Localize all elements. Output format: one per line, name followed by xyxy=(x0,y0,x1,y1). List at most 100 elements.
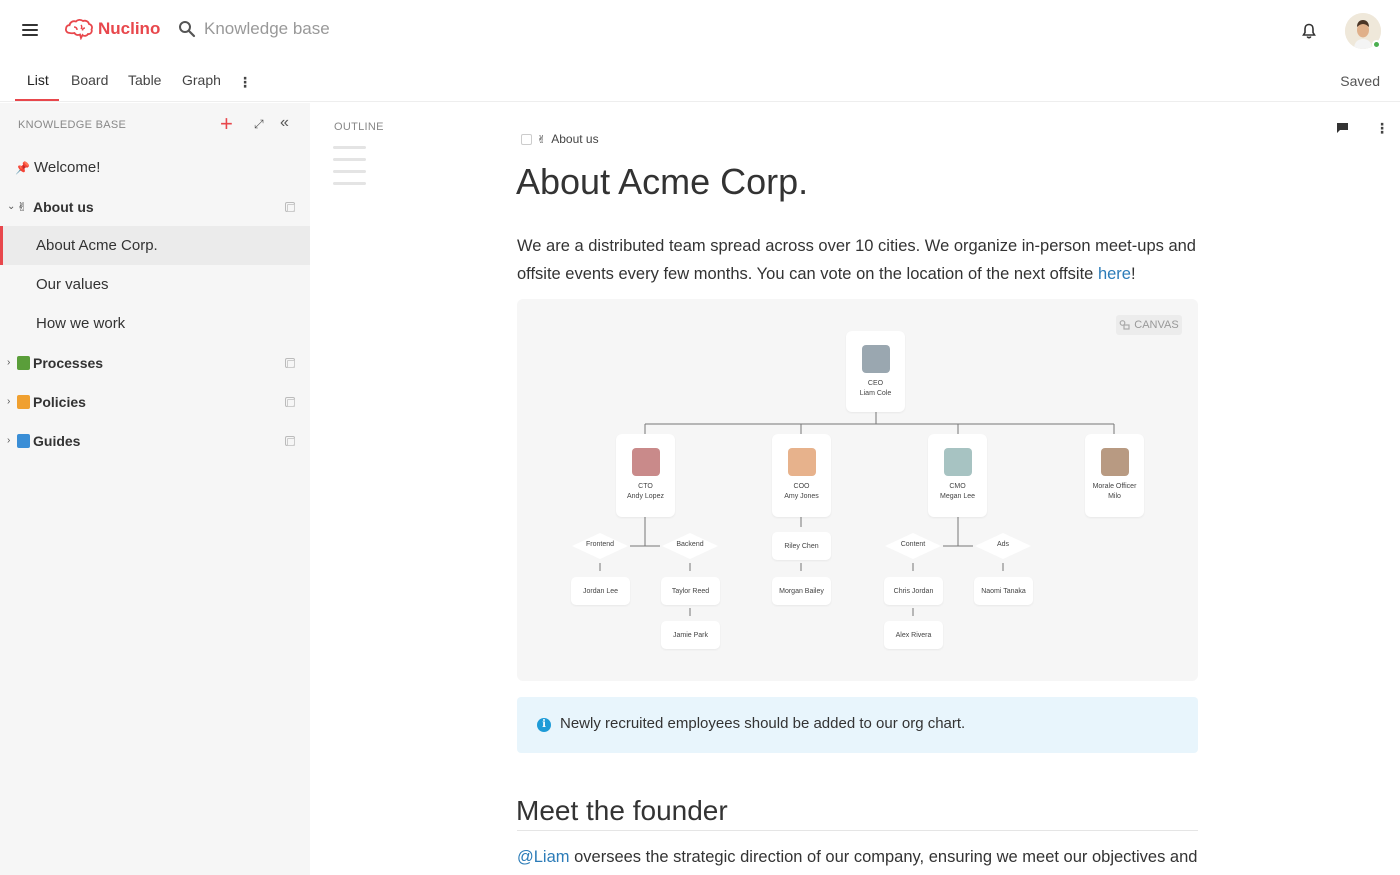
search-bar[interactable] xyxy=(178,19,504,39)
brain-logo-icon xyxy=(64,18,94,40)
org-node-cto[interactable]: CTO Andy Lopez xyxy=(616,434,675,517)
breadcrumb[interactable]: ✌ About us xyxy=(521,132,599,146)
org-node-ceo[interactable]: CEO Liam Cole xyxy=(846,331,905,412)
active-tab-indicator xyxy=(15,99,59,101)
org-name: Amy Jones xyxy=(772,492,831,502)
sidebar-item-label: Welcome! xyxy=(34,159,100,176)
view-tabs: List Board Table Graph ⋮ Saved xyxy=(0,62,1400,102)
org-person-alex[interactable]: Alex Rivera xyxy=(884,621,943,649)
sidebar-item-label: Guides xyxy=(33,433,80,449)
info-callout[interactable]: i Newly recruited employees should be ad… xyxy=(517,697,1198,753)
search-input[interactable] xyxy=(204,19,504,39)
victory-hand-icon: ✌ xyxy=(537,133,546,146)
chevron-right-icon[interactable]: › xyxy=(7,396,10,407)
founder-mention-link[interactable]: @Liam xyxy=(517,848,570,866)
copy-icon[interactable] xyxy=(285,436,295,446)
sidebar-item-welcome[interactable]: 📌 Welcome! xyxy=(0,148,310,187)
save-status: Saved xyxy=(1340,73,1380,89)
pin-icon: 📌 xyxy=(15,161,30,175)
info-icon: i xyxy=(537,718,551,732)
org-role: CTO xyxy=(616,482,675,492)
sidebar-item-guides[interactable]: › Guides xyxy=(0,421,310,460)
org-name: Megan Lee xyxy=(928,492,987,502)
comments-icon[interactable] xyxy=(1336,122,1349,134)
info-callout-text: Newly recruited employees should be adde… xyxy=(560,715,965,732)
org-person-jamie[interactable]: Jamie Park xyxy=(661,621,720,649)
section-heading[interactable]: Meet the founder xyxy=(516,795,728,827)
founder-paragraph[interactable]: @Liam oversees the strategic direction o… xyxy=(517,844,1217,870)
org-node-morale-officer[interactable]: Morale Officer Milo xyxy=(1085,434,1144,517)
tab-board[interactable]: Board xyxy=(71,72,108,88)
sidebar: KNOWLEDGE BASE + ⤢ « 📌 Welcome! ⌄ ✌ Abou… xyxy=(0,103,310,875)
search-icon xyxy=(178,20,196,38)
victory-hand-icon: ✌ xyxy=(17,200,27,214)
outline-placeholder xyxy=(333,146,366,194)
document-more-icon[interactable]: ⋮ xyxy=(1375,120,1389,137)
checkbox-icon xyxy=(521,134,532,145)
diamond-label: Ads xyxy=(974,541,1032,548)
page-title[interactable]: About Acme Corp. xyxy=(516,161,808,203)
menu-icon[interactable] xyxy=(22,24,38,38)
sidebar-item-label: How we work xyxy=(36,315,125,332)
org-person-riley[interactable]: Riley Chen xyxy=(772,532,831,560)
sidebar-item-about-us[interactable]: ⌄ ✌ About us xyxy=(0,187,310,226)
org-diamond-ads[interactable]: Ads xyxy=(974,532,1032,560)
diamond-label: Frontend xyxy=(571,541,629,548)
offsite-vote-link[interactable]: here xyxy=(1098,265,1131,283)
org-diamond-backend[interactable]: Backend xyxy=(661,532,719,560)
sidebar-item-about-acme[interactable]: About Acme Corp. xyxy=(0,226,310,265)
green-book-icon xyxy=(17,356,30,370)
sidebar-item-label: About Acme Corp. xyxy=(36,237,158,254)
copy-icon[interactable] xyxy=(285,202,295,212)
chevron-down-icon[interactable]: ⌄ xyxy=(7,201,15,212)
online-status-dot xyxy=(1372,40,1381,49)
copy-icon[interactable] xyxy=(285,358,295,368)
dog-photo xyxy=(1101,448,1129,476)
org-role: CMO xyxy=(928,482,987,492)
ceo-photo xyxy=(862,345,890,373)
org-person-taylor[interactable]: Taylor Reed xyxy=(661,577,720,605)
intro-paragraph[interactable]: We are a distributed team spread across … xyxy=(517,232,1207,288)
orange-book-icon xyxy=(17,395,30,409)
org-diamond-content[interactable]: Content xyxy=(884,532,942,560)
copy-icon[interactable] xyxy=(285,397,295,407)
sidebar-item-label: Our values xyxy=(36,276,109,293)
paragraph-text: ! xyxy=(1131,265,1136,283)
sidebar-item-our-values[interactable]: Our values xyxy=(0,265,310,304)
chevron-right-icon[interactable]: › xyxy=(7,357,10,368)
org-person-morgan[interactable]: Morgan Bailey xyxy=(772,577,831,605)
sidebar-item-label: Policies xyxy=(33,394,86,410)
org-diamond-frontend[interactable]: Frontend xyxy=(571,532,629,560)
sidebar-item-how-we-work[interactable]: How we work xyxy=(0,304,310,343)
sidebar-item-label: Processes xyxy=(33,355,103,371)
org-node-cmo[interactable]: CMO Megan Lee xyxy=(928,434,987,517)
tab-list[interactable]: List xyxy=(27,72,49,88)
logo[interactable]: Nuclino xyxy=(64,18,160,40)
top-bar: Nuclino xyxy=(0,0,1400,62)
tabs-more-icon[interactable]: ⋮ xyxy=(238,74,252,91)
outline-title: OUTLINE xyxy=(334,121,384,133)
expand-icon[interactable]: ⤢ xyxy=(254,117,264,132)
collapse-sidebar-icon[interactable]: « xyxy=(280,114,289,132)
sidebar-item-processes[interactable]: › Processes xyxy=(0,343,310,382)
breadcrumb-label: About us xyxy=(551,132,598,146)
sidebar-item-policies[interactable]: › Policies xyxy=(0,382,310,421)
org-person-naomi[interactable]: Naomi Tanaka xyxy=(974,577,1033,605)
coo-photo xyxy=(788,448,816,476)
tab-graph[interactable]: Graph xyxy=(182,72,221,88)
org-name: Liam Cole xyxy=(846,389,905,399)
org-chart-canvas[interactable]: CANVAS CEO Liam Cole xyxy=(517,299,1198,681)
org-person-jordan[interactable]: Jordan Lee xyxy=(571,577,630,605)
add-item-icon[interactable]: + xyxy=(220,113,233,135)
org-name: Milo xyxy=(1085,492,1144,502)
org-node-coo[interactable]: COO Amy Jones xyxy=(772,434,831,517)
sidebar-item-label: About us xyxy=(33,199,94,215)
blue-book-icon xyxy=(17,434,30,448)
brand-name: Nuclino xyxy=(98,19,160,39)
tab-table[interactable]: Table xyxy=(128,72,161,88)
cmo-photo xyxy=(944,448,972,476)
chevron-right-icon[interactable]: › xyxy=(7,435,10,446)
notifications-bell-icon[interactable] xyxy=(1300,22,1318,40)
org-person-chris[interactable]: Chris Jordan xyxy=(884,577,943,605)
org-role: COO xyxy=(772,482,831,492)
